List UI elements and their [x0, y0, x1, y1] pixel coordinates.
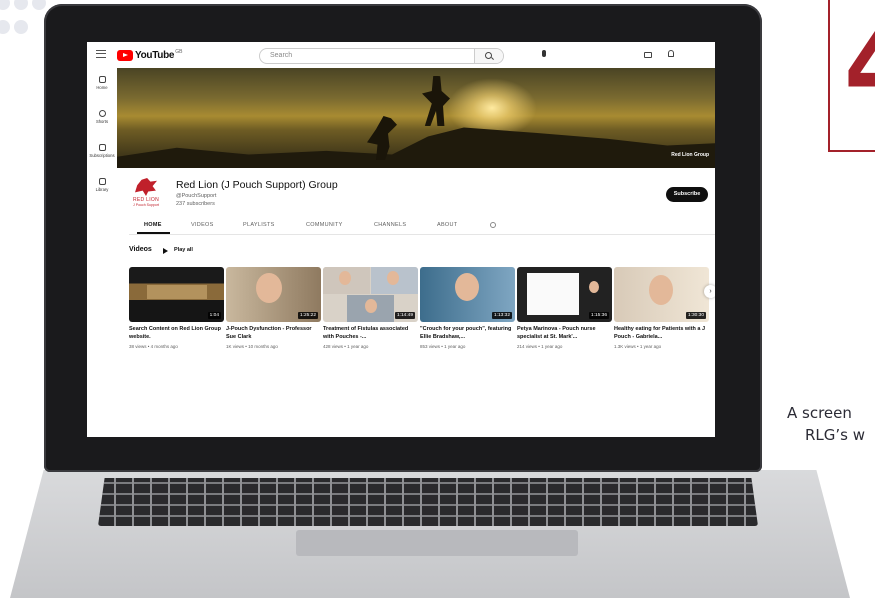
- video-title[interactable]: Treatment of Fistulas associated with Po…: [323, 326, 418, 341]
- video-thumbnail[interactable]: 1:04: [129, 267, 224, 322]
- video-card[interactable]: 1:25:22 J-Pouch Dysfunction - Professor …: [226, 267, 321, 349]
- video-meta: 1K views • 10 months ago: [226, 344, 278, 349]
- sidebar-item-subscriptions[interactable]: Subscriptions: [87, 144, 117, 158]
- video-duration: 1:15:36: [588, 312, 609, 319]
- youtube-header: YouTube GB Search: [87, 42, 715, 68]
- video-meta: 1.3K views • 1 year ago: [614, 344, 662, 349]
- channel-handle: @PouchSupport: [176, 193, 217, 199]
- laptop-trackpad: [296, 530, 578, 556]
- tab-channels[interactable]: CHANNELS: [374, 222, 406, 228]
- subscribe-button[interactable]: Subscribe: [666, 187, 708, 202]
- sidebar-item-library[interactable]: Library: [87, 178, 117, 192]
- youtube-region: GB: [175, 49, 183, 55]
- video-card[interactable]: 1:14:49 Treatment of Fistulas associated…: [323, 267, 418, 349]
- sidebar-item-label: Home: [96, 85, 108, 90]
- sidebar-item-shorts[interactable]: Shorts: [87, 110, 117, 124]
- caption-line-2: RLG’s w: [805, 426, 866, 444]
- subscriptions-icon: [98, 144, 106, 151]
- video-meta: 428 views • 1 year ago: [323, 344, 369, 349]
- channel-avatar-subtext: J Pouch Support: [133, 203, 159, 207]
- sidebar-item-home[interactable]: Home: [87, 76, 117, 90]
- video-duration: 1:13:32: [491, 312, 512, 319]
- video-duration: 1:14:49: [394, 312, 415, 319]
- sidebar-item-label: Subscriptions: [89, 153, 115, 158]
- channel-search-icon[interactable]: [490, 222, 496, 228]
- play-all-icon: [163, 248, 168, 254]
- tab-about[interactable]: ABOUT: [437, 222, 457, 228]
- video-meta: 38 views • 4 months ago: [129, 344, 178, 349]
- search-input[interactable]: Search: [259, 48, 504, 64]
- tab-videos[interactable]: VIDEOS: [191, 222, 214, 228]
- caption: A screen RLG’s w: [787, 402, 875, 446]
- sidebar-item-label: Library: [95, 187, 109, 192]
- video-thumbnail[interactable]: 1:13:32: [420, 267, 515, 322]
- step-number: 4: [844, 16, 875, 116]
- youtube-logo[interactable]: YouTube GB: [117, 49, 182, 61]
- channel-name: Red Lion (J Pouch Support) Group: [176, 179, 338, 191]
- home-icon: [98, 76, 106, 83]
- tab-playlists[interactable]: PLAYLISTS: [243, 222, 275, 228]
- video-title[interactable]: J-Pouch Dysfunction - Professor Sue Clar…: [226, 326, 321, 341]
- video-meta: 214 views • 1 year ago: [517, 344, 563, 349]
- next-arrow-icon[interactable]: ›: [704, 285, 715, 298]
- caption-line-1: A screen: [787, 404, 852, 422]
- video-duration: 1:25:22: [297, 312, 318, 319]
- youtube-play-icon: [117, 49, 133, 61]
- video-thumbnail[interactable]: 1:30:30: [614, 267, 709, 322]
- laptop-screen: YouTube GB Search Home Shorts Subscripti…: [87, 42, 715, 437]
- video-title[interactable]: Healthy eating for Patients with a J Pou…: [614, 326, 709, 341]
- channel-avatar[interactable]: RED LION J Pouch Support: [129, 178, 163, 212]
- channel-banner: Red Lion Group: [117, 68, 715, 168]
- tab-home[interactable]: HOME: [144, 222, 162, 228]
- video-card[interactable]: 1:13:32 "Crouch for your pouch", featuri…: [420, 267, 515, 349]
- subscriber-count: 237 subscribers: [176, 201, 215, 207]
- video-duration: 1:30:30: [685, 312, 706, 319]
- video-thumbnail[interactable]: 1:14:49: [323, 267, 418, 322]
- banner-tag: Red Lion Group: [671, 152, 709, 158]
- video-card[interactable]: 1:15:36 Petya Marinova - Pouch nurse spe…: [517, 267, 612, 349]
- video-meta: 853 views • 1 year ago: [420, 344, 466, 349]
- sidebar-item-label: Shorts: [95, 119, 109, 124]
- search-icon[interactable]: [474, 49, 503, 63]
- section-title: Videos: [129, 246, 152, 253]
- video-card[interactable]: 1:30:30 Healthy eating for Patients with…: [614, 267, 709, 349]
- notifications-bell-icon[interactable]: [668, 50, 674, 57]
- youtube-logo-text: YouTube: [135, 49, 175, 61]
- video-card[interactable]: 1:04 Search Content on Red Lion Group we…: [129, 267, 224, 349]
- video-title[interactable]: "Crouch for your pouch", featuring Ellie…: [420, 326, 515, 341]
- tab-community[interactable]: COMMUNITY: [306, 222, 343, 228]
- video-duration: 1:04: [207, 312, 221, 319]
- create-video-icon[interactable]: [644, 52, 652, 58]
- tabs-divider: [129, 234, 715, 235]
- library-icon: [98, 178, 106, 185]
- video-title[interactable]: Petya Marinova - Pouch nurse specialist …: [517, 326, 612, 341]
- microphone-icon[interactable]: [542, 50, 546, 57]
- video-thumbnail[interactable]: 1:25:22: [226, 267, 321, 322]
- laptop-keyboard: [98, 478, 758, 526]
- menu-icon[interactable]: [96, 50, 106, 58]
- shorts-icon: [98, 110, 106, 117]
- step-number-badge: 4: [828, 0, 875, 152]
- play-all-button[interactable]: Play all: [174, 247, 193, 253]
- search-placeholder: Search: [270, 52, 293, 59]
- climber-silhouette: [422, 76, 450, 126]
- video-title[interactable]: Search Content on Red Lion Group website…: [129, 326, 224, 341]
- video-thumbnail[interactable]: 1:15:36: [517, 267, 612, 322]
- red-lion-logo-icon: [135, 178, 157, 196]
